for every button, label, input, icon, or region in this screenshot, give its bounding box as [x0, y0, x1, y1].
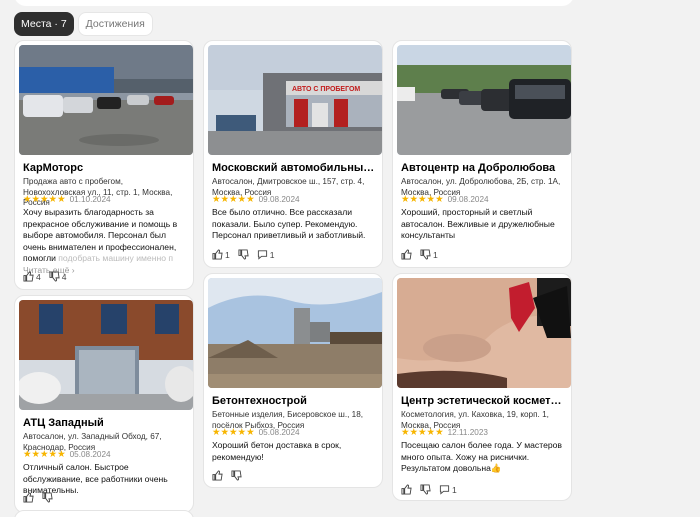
tabs-bar: Места · 7 Достижения — [14, 12, 153, 36]
thumb-up-icon — [401, 249, 412, 260]
review-date: 12.11.2023 — [447, 428, 488, 437]
review-text: Хочу выразить благодарность за прекрасно… — [23, 207, 187, 277]
thumb-down-icon — [231, 470, 242, 481]
place-photo: АВТО С ПРОБЕГОМ — [208, 45, 382, 155]
place-title[interactable]: Московский автомобильный дом — [212, 161, 376, 175]
place-card[interactable]: АВТО С ПРОБЕГОМ Московский автомобильный… — [203, 40, 383, 268]
tab-achievements[interactable]: Достижения — [77, 12, 153, 36]
like-button[interactable] — [401, 249, 412, 260]
thumb-up-icon — [212, 470, 223, 481]
place-card[interactable]: Центр эстетической косметологии Косметол… — [392, 273, 572, 501]
review-actions: 1 1 — [212, 249, 275, 260]
place-card-partial — [14, 510, 194, 517]
rating-row: ★★★★★ 09.08.2024 — [401, 195, 489, 205]
review-text: Посещаю салон более года. У мастеров мно… — [401, 440, 562, 474]
previous-panel-edge — [14, 0, 574, 6]
review-text-fade: подобрать машину именно п — [58, 253, 174, 264]
dislike-count: 1 — [433, 249, 438, 260]
place-photo — [397, 45, 571, 155]
comment-icon — [257, 250, 267, 260]
sign-text: АВТО С ПРОБЕГОМ — [292, 86, 360, 93]
place-photo — [19, 45, 193, 155]
like-button[interactable] — [23, 492, 34, 503]
review-actions — [23, 492, 53, 503]
review-date: 05.08.2024 — [258, 428, 300, 437]
dislike-button[interactable]: 4 — [49, 271, 67, 282]
place-title[interactable]: АТЦ Западный — [23, 416, 187, 430]
like-button[interactable] — [212, 470, 223, 481]
like-button[interactable]: 1 — [212, 249, 230, 260]
dislike-button[interactable] — [42, 492, 53, 503]
thumb-down-icon — [42, 492, 53, 503]
rating-row: ★★★★★ 09.08.2024 — [212, 195, 300, 205]
tab-places[interactable]: Места · 7 — [14, 12, 74, 36]
rating-stars: ★★★★★ — [401, 194, 444, 205]
thumb-up-icon — [401, 484, 412, 495]
thumb-up-icon — [23, 271, 34, 282]
thumb-up-icon — [212, 249, 223, 260]
dislike-button[interactable] — [238, 249, 249, 260]
place-card[interactable]: АТЦ Западный Автосалон, ул. Западный Обх… — [14, 295, 194, 513]
thumb-down-icon — [238, 249, 249, 260]
place-photo — [19, 300, 193, 410]
review-actions — [212, 470, 242, 481]
rating-row: ★★★★★ 01.10.2024 — [23, 195, 111, 205]
dislike-button[interactable] — [420, 484, 431, 495]
place-title[interactable]: КарМоторс — [23, 161, 187, 175]
comment-button[interactable]: 1 — [257, 249, 275, 260]
rating-stars: ★★★★★ — [23, 449, 66, 460]
like-count: 4 — [36, 271, 41, 282]
review-actions: 1 — [401, 249, 438, 260]
comment-count: 1 — [452, 484, 457, 495]
place-title[interactable]: Автоцентр на Добролюбова — [401, 161, 565, 175]
dislike-count: 4 — [61, 271, 67, 282]
review-actions: 1 — [401, 484, 457, 495]
thumb-down-icon — [420, 484, 431, 495]
like-count: 1 — [225, 249, 230, 260]
rating-row: ★★★★★ 05.08.2024 — [212, 428, 300, 438]
place-title[interactable]: Центр эстетической косметологии — [401, 394, 565, 408]
comment-count: 1 — [269, 249, 275, 260]
review-date: 09.08.2024 — [447, 195, 489, 204]
place-card[interactable]: Бетонтехнострой Бетонные изделия, Бисеро… — [203, 273, 383, 488]
place-card[interactable]: КарМоторс Продажа авто с пробегом, Новох… — [14, 40, 194, 290]
place-photo — [397, 278, 571, 388]
review-text: Хороший, просторный и светлый автосалон.… — [401, 207, 555, 241]
review-date: 09.08.2024 — [258, 195, 300, 204]
rating-row: ★★★★★ 12.11.2023 — [401, 428, 488, 438]
dislike-button[interactable]: 1 — [420, 249, 438, 260]
rating-row: ★★★★★ 05.08.2024 — [23, 450, 111, 460]
review-date: 01.10.2024 — [69, 195, 111, 204]
place-title[interactable]: Бетонтехнострой — [212, 394, 376, 408]
review-text: Хороший бетон доставка в срок, рекоменду… — [212, 440, 342, 462]
rating-stars: ★★★★★ — [212, 194, 255, 205]
rating-stars: ★★★★★ — [23, 194, 66, 205]
thumb-down-icon — [420, 249, 431, 260]
place-photo — [208, 278, 382, 388]
review-date: 05.08.2024 — [69, 450, 111, 459]
place-card[interactable]: Автоцентр на Добролюбова Автосалон, ул. … — [392, 40, 572, 268]
dislike-button[interactable] — [231, 470, 242, 481]
like-button[interactable]: 4 — [23, 271, 41, 282]
thumb-down-icon — [49, 271, 60, 282]
review-actions: 4 4 — [23, 271, 67, 282]
thumb-up-icon — [23, 492, 34, 503]
comment-button[interactable]: 1 — [439, 484, 457, 495]
rating-stars: ★★★★★ — [212, 427, 255, 438]
review-text: Все было отлично. Все рассказали показал… — [212, 207, 366, 241]
comment-icon — [439, 485, 450, 495]
like-button[interactable] — [401, 484, 412, 495]
rating-stars: ★★★★★ — [401, 427, 444, 438]
